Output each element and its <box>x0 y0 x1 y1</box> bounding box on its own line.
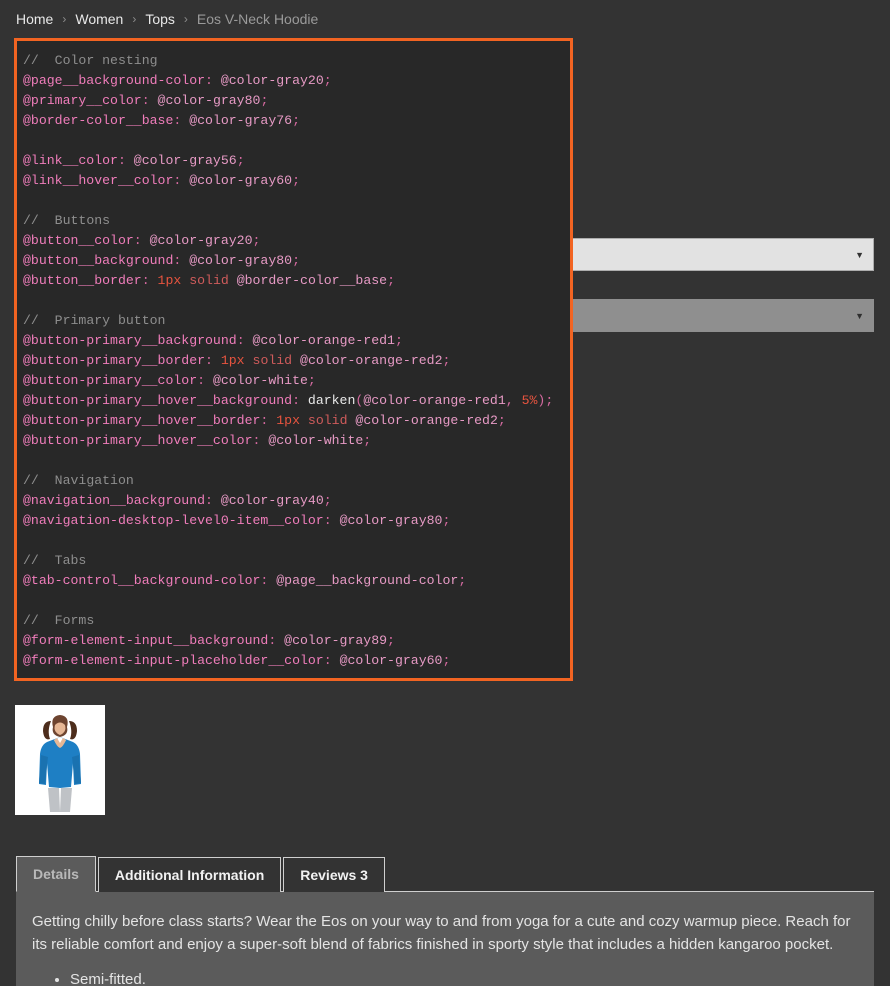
tab-reviews[interactable]: Reviews 3 <box>283 857 385 892</box>
breadcrumb-separator-icon: › <box>183 12 188 26</box>
product-description: Getting chilly before class starts? Wear… <box>32 913 851 953</box>
breadcrumb-item-tops[interactable]: Tops <box>145 10 175 28</box>
product-feature-list: Semi-fitted. <box>32 968 858 986</box>
breadcrumb-item-current: Eos V-Neck Hoodie <box>196 11 319 27</box>
tab-additional-information[interactable]: Additional Information <box>97 857 282 892</box>
code-text: // Color nesting @page__background-color… <box>23 53 554 668</box>
code-block: // Color nesting @page__background-color… <box>23 51 570 671</box>
code-overlay-panel[interactable]: // Color nesting @page__background-color… <box>14 38 573 681</box>
breadcrumb-separator-icon: › <box>62 12 67 26</box>
breadcrumb: Home › Women › Tops › Eos V-Neck Hoodie <box>16 10 318 28</box>
list-item: Semi-fitted. <box>70 968 858 986</box>
breadcrumb-item-women[interactable]: Women <box>75 10 123 28</box>
chevron-down-icon: ▼ <box>855 310 864 321</box>
product-page: Home › Women › Tops › Eos V-Neck Hoodie … <box>0 0 890 986</box>
product-thumbnail-image <box>15 705 105 815</box>
product-thumbnail[interactable] <box>15 705 105 815</box>
tab-strip: Details Additional Information Reviews 3 <box>16 855 874 892</box>
breadcrumb-separator-icon: › <box>132 12 137 26</box>
tab-details[interactable]: Details <box>16 856 96 892</box>
chevron-down-icon: ▼ <box>855 249 864 260</box>
product-tabs: Details Additional Information Reviews 3… <box>16 855 874 986</box>
breadcrumb-item-home[interactable]: Home <box>16 10 53 28</box>
tab-panel-details: Getting chilly before class starts? Wear… <box>16 891 874 986</box>
